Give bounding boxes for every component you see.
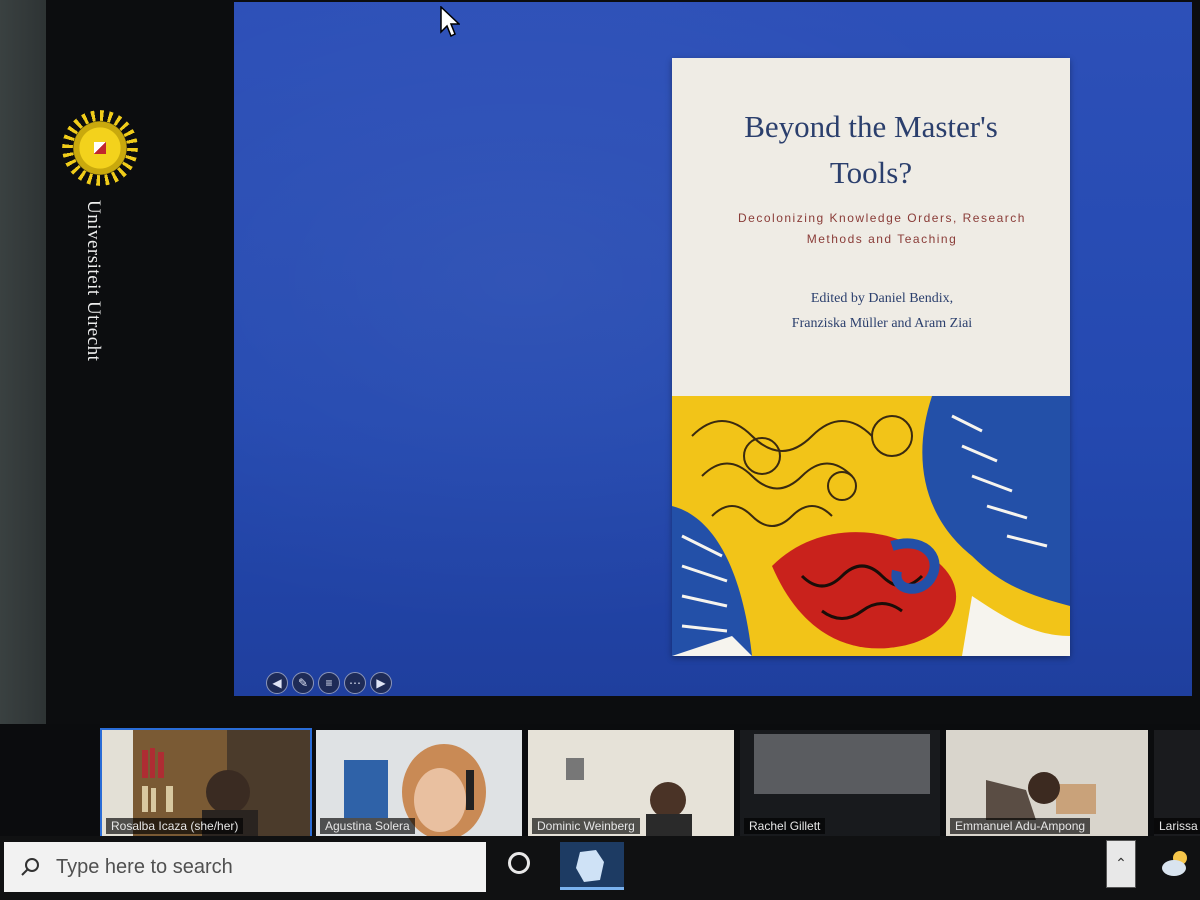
participant-tile[interactable]: Agustina Solera [316, 730, 522, 836]
participant-name: Rachel Gillett [744, 818, 826, 834]
slide-nav-toolbar: ◀ ✎ ≡ ⋯ ▶ [266, 672, 392, 694]
menu-icon[interactable]: ≡ [318, 672, 340, 694]
tray-chevron-up-icon[interactable]: ⌃ [1106, 840, 1136, 888]
book-cover: Beyond the Master's Tools? Decolonizing … [672, 58, 1070, 656]
more-icon[interactable]: ⋯ [344, 672, 366, 694]
arrow-right-icon[interactable]: ▶ [370, 672, 392, 694]
participant-tile[interactable]: Emmanuel Adu-Ampong [946, 730, 1148, 836]
participant-tile[interactable]: Rosalba Icaza (she/her) [100, 728, 312, 838]
pen-icon[interactable]: ✎ [292, 672, 314, 694]
cortana-icon[interactable] [508, 852, 530, 874]
book-title: Beyond the Master's Tools? [744, 109, 998, 190]
search-icon [21, 858, 39, 876]
university-branding: Universiteit Utrecht [58, 60, 158, 620]
book-editors: Edited by Daniel Bendix, Franziska Mülle… [702, 286, 1062, 336]
university-name: Universiteit Utrecht [83, 200, 104, 362]
book-editors-line2: Franziska Müller and Aram Ziai [791, 316, 973, 331]
participant-name: Agustina Solera [320, 818, 415, 834]
book-subtitle: Decolonizing Knowledge Orders, Research … [738, 211, 1026, 246]
participant-name: Emmanuel Adu-Ampong [950, 818, 1091, 834]
participant-tile[interactable]: Rachel Gillett [740, 730, 940, 836]
search-placeholder: Type here to search [56, 855, 233, 878]
book-editors-line1: Edited by Daniel Bendix, [810, 291, 954, 306]
book-cover-pattern [672, 396, 1070, 656]
taskbar-search-box[interactable]: Type here to search [4, 842, 486, 892]
participant-tile[interactable]: Larissa [1154, 730, 1200, 836]
participant-tile[interactable]: Dominic Weinberg [528, 730, 734, 836]
weather-cloud-icon[interactable] [1158, 846, 1194, 882]
arrow-left-icon[interactable]: ◀ [266, 672, 288, 694]
participant-name: Rosalba Icaza (she/her) [106, 818, 244, 834]
taskbar-app-icon[interactable] [560, 842, 624, 890]
participant-name: Larissa [1154, 818, 1200, 834]
participant-name: Dominic Weinberg [532, 818, 640, 834]
university-sun-logo-icon [68, 116, 132, 180]
